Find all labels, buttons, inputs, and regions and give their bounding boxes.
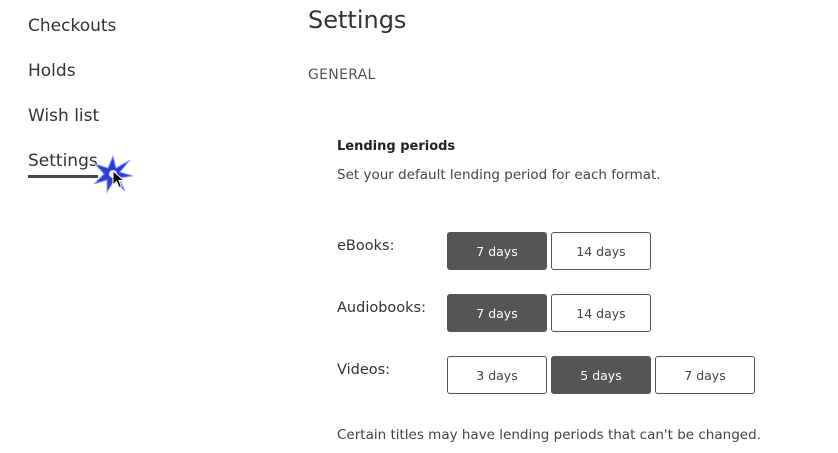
videos-7-days-button[interactable]: 7 days: [655, 356, 755, 394]
lending-periods-note: Certain titles may have lending periods …: [337, 427, 761, 443]
audiobooks-7-days-button[interactable]: 7 days: [447, 294, 547, 332]
mouse-cursor-icon: [112, 170, 126, 189]
page-title: Settings: [308, 6, 407, 34]
sidebar-item-checkouts[interactable]: Checkouts: [28, 16, 116, 36]
section-heading-general: GENERAL: [308, 67, 376, 83]
settings-page: Checkouts Holds Wish list Settings Setti…: [0, 0, 838, 453]
sidebar-item-holds[interactable]: Holds: [28, 61, 76, 81]
audiobooks-label: Audiobooks:: [337, 300, 426, 316]
lending-periods-heading: Lending periods: [337, 139, 456, 154]
lending-periods-description: Set your default lending period for each…: [337, 167, 661, 183]
ebooks-label: eBooks:: [337, 238, 395, 254]
sidebar-item-wish-list[interactable]: Wish list: [28, 106, 99, 126]
ebooks-14-days-button[interactable]: 14 days: [551, 232, 651, 270]
audiobooks-14-days-button[interactable]: 14 days: [551, 294, 651, 332]
sidebar-item-settings[interactable]: Settings: [28, 151, 98, 178]
videos-label: Videos:: [337, 362, 391, 378]
ebooks-7-days-button[interactable]: 7 days: [447, 232, 547, 270]
videos-5-days-button[interactable]: 5 days: [551, 356, 651, 394]
videos-3-days-button[interactable]: 3 days: [447, 356, 547, 394]
